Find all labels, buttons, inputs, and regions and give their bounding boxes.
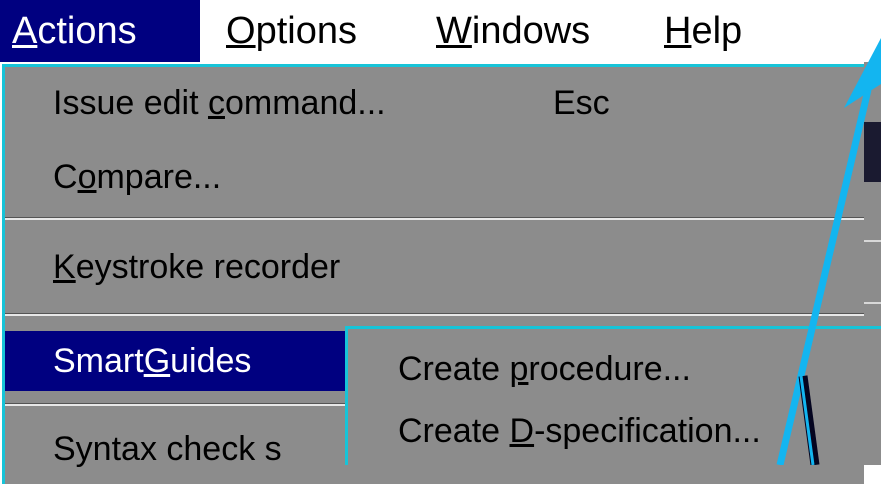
annotation-arrowhead-icon [844, 38, 881, 108]
annotation-arrow-line [776, 89, 872, 465]
annotation-pointer-line [798, 375, 820, 465]
annotation-arrows [776, 38, 881, 465]
